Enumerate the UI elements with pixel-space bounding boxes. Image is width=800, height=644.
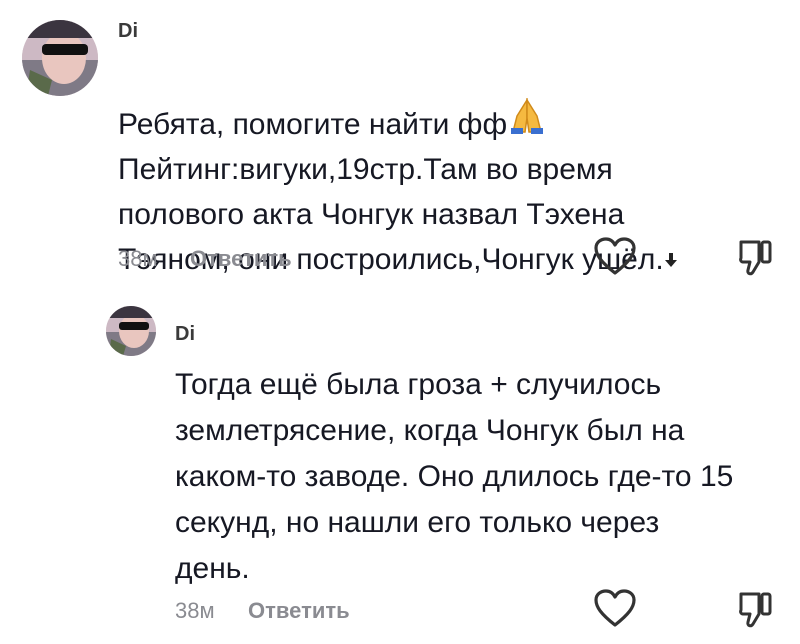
comment-time: 38м bbox=[175, 598, 215, 623]
comment-text-line: Ребята, помогите найти фф bbox=[118, 108, 508, 141]
thumbs-down-outline-icon[interactable] bbox=[738, 590, 774, 630]
comment-username[interactable]: Di bbox=[175, 323, 195, 346]
arrow-down-icon[interactable] bbox=[664, 237, 678, 282]
comment-text: Тогда ещё была гроза + случилось землетр… bbox=[175, 368, 734, 585]
avatar[interactable] bbox=[22, 20, 98, 96]
heart-outline-icon[interactable] bbox=[593, 588, 637, 628]
avatar[interactable] bbox=[106, 306, 156, 356]
comment-text: Ребята, помогите найти фф Пейтинг:вигуки… bbox=[118, 53, 778, 327]
avatar-image bbox=[22, 20, 98, 96]
avatar-image bbox=[106, 306, 156, 356]
pray-icon bbox=[507, 97, 547, 147]
comment-username[interactable]: Di bbox=[118, 20, 138, 43]
thumbs-down-outline-icon[interactable] bbox=[738, 238, 774, 278]
comment-time: 38м bbox=[118, 246, 158, 271]
reply-button[interactable]: Ответить bbox=[190, 246, 292, 272]
reply-button[interactable]: Ответить bbox=[248, 598, 350, 624]
heart-outline-icon[interactable] bbox=[593, 236, 637, 276]
